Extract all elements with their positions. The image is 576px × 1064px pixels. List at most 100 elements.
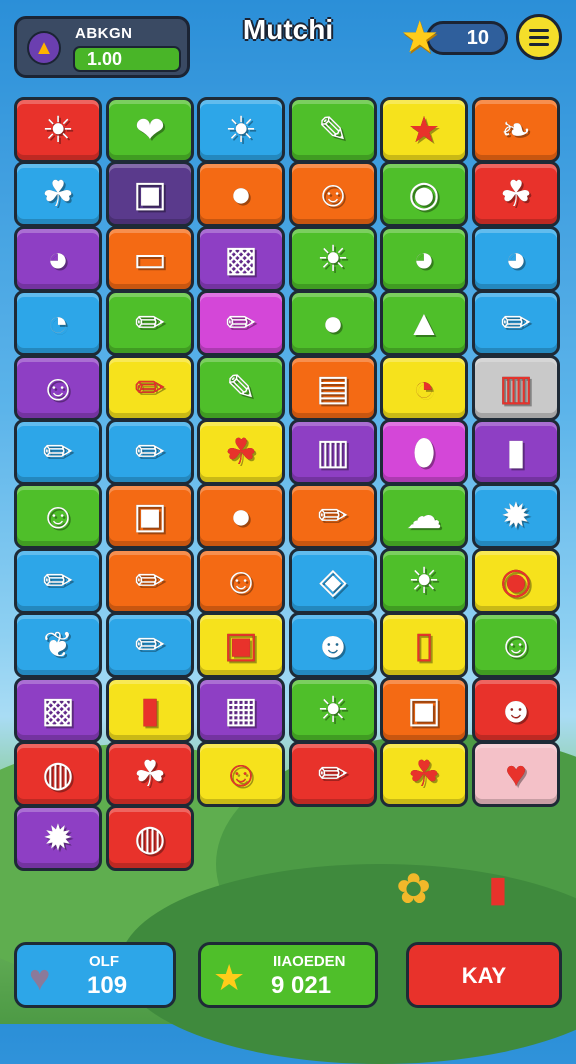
board-tile[interactable]: ▥ <box>289 419 377 485</box>
action-button[interactable]: KAY <box>406 942 562 1008</box>
board-tile[interactable]: ✹ <box>472 483 560 549</box>
board-tile[interactable]: ✏ <box>106 548 194 614</box>
board-tile[interactable]: ● <box>289 290 377 356</box>
blob-icon: ◍ <box>134 817 166 858</box>
board-tile[interactable]: ▲ <box>380 290 468 356</box>
board-tile[interactable]: ▤ <box>289 355 377 421</box>
pencil-icon: ✏ <box>42 560 74 601</box>
board-tile[interactable]: ◉ <box>380 161 468 227</box>
board-tile[interactable]: ★ <box>380 97 468 163</box>
board-tile[interactable]: ☺ <box>197 741 285 807</box>
score-panel[interactable]: ★ IIAOEDEN 9 021 <box>198 942 378 1008</box>
board-tile[interactable]: ▩ <box>197 226 285 292</box>
board-tile[interactable]: ◔ <box>14 290 102 356</box>
board-tile[interactable]: ☀ <box>289 677 377 743</box>
board-tile[interactable]: ☀ <box>197 97 285 163</box>
board-tile[interactable]: ☺ <box>472 612 560 678</box>
board-tile[interactable]: ✏ <box>14 419 102 485</box>
board-tile[interactable]: ◉ <box>472 548 560 614</box>
drop-icon: ▲ <box>406 302 442 343</box>
board-tile[interactable]: ☘ <box>14 161 102 227</box>
blob-icon: ◍ <box>42 753 74 794</box>
board-tile[interactable]: ▮ <box>472 419 560 485</box>
spark-icon: ✹ <box>42 817 74 858</box>
cat-face-icon: ◕ <box>47 238 69 279</box>
board-tile[interactable]: ▥ <box>472 355 560 421</box>
board-tile[interactable]: ✎ <box>289 97 377 163</box>
truck-icon: ▥ <box>498 367 533 408</box>
board-tile[interactable]: ✎ <box>197 355 285 421</box>
board-tile[interactable]: ☀ <box>380 548 468 614</box>
board-tile[interactable]: ☁ <box>380 483 468 549</box>
star-icon: ★ <box>407 109 441 150</box>
menu-line-icon <box>529 42 549 46</box>
board-tile[interactable]: ▯ <box>380 612 468 678</box>
moves-panel[interactable]: ♥ OLF 109 <box>14 942 176 1008</box>
board-tile[interactable]: ⬮ <box>380 419 468 485</box>
board-tile[interactable]: ❧ <box>472 97 560 163</box>
board-tile[interactable]: ◍ <box>14 741 102 807</box>
board-tile[interactable]: ◕ <box>472 226 560 292</box>
board-tile[interactable]: ☺ <box>197 548 285 614</box>
bear-face-icon: ◔ <box>47 302 69 343</box>
truck-icon: ▥ <box>315 431 350 472</box>
board-tile[interactable]: ☘ <box>380 741 468 807</box>
board-tile[interactable]: ❤ <box>106 97 194 163</box>
board-tile[interactable]: ✏ <box>472 290 560 356</box>
cat-face-icon: ◕ <box>505 238 527 279</box>
heart-icon: ♥ <box>505 753 527 794</box>
board-tile[interactable]: ▣ <box>197 612 285 678</box>
leaf-icon: ☘ <box>499 173 533 214</box>
board-tile[interactable]: ☘ <box>106 741 194 807</box>
board-tile[interactable]: ◍ <box>106 805 194 871</box>
board-tile[interactable]: ▦ <box>197 677 285 743</box>
board-tile[interactable]: ☺ <box>14 483 102 549</box>
board-tile[interactable]: ☻ <box>472 677 560 743</box>
board-tile[interactable]: ◕ <box>380 226 468 292</box>
battery-icon: ▮ <box>506 431 526 472</box>
board-tile[interactable]: ✏ <box>106 612 194 678</box>
board-tile[interactable]: ☀ <box>14 97 102 163</box>
board-tile[interactable]: ▣ <box>380 677 468 743</box>
smiley-icon: ☺ <box>314 173 352 214</box>
board-tile[interactable]: ✏ <box>14 548 102 614</box>
board-tile[interactable]: ◈ <box>289 548 377 614</box>
board-tile[interactable]: ☺ <box>14 355 102 421</box>
gamepad-icon: ▩ <box>40 689 75 730</box>
board-tile[interactable]: ◕ <box>14 226 102 292</box>
board-tile[interactable]: ✏ <box>197 290 285 356</box>
board-tile[interactable]: ✏ <box>289 483 377 549</box>
board-tile[interactable]: ▣ <box>106 161 194 227</box>
board-tile[interactable]: ✏ <box>106 290 194 356</box>
board-tile[interactable]: ▩ <box>14 677 102 743</box>
board-tile[interactable]: ● <box>197 483 285 549</box>
menu-button[interactable] <box>516 14 562 60</box>
pencil-icon: ✏ <box>225 302 257 343</box>
board-tile[interactable]: ☘ <box>197 419 285 485</box>
board-tile[interactable]: ▮ <box>106 677 194 743</box>
pen-icon: ✏ <box>42 431 74 472</box>
board-tile[interactable]: ✹ <box>14 805 102 871</box>
loose-leaf-icon[interactable]: ✿ <box>396 864 431 913</box>
smiley-icon: ☺ <box>39 367 77 408</box>
cloud-icon: ☁ <box>406 495 442 536</box>
board-tile[interactable]: ☘ <box>472 161 560 227</box>
board-tile[interactable]: ☀ <box>289 226 377 292</box>
board-tile[interactable]: ▭ <box>106 226 194 292</box>
board-tile[interactable]: ▣ <box>106 483 194 549</box>
board-tile[interactable]: ✏ <box>289 741 377 807</box>
board-tile[interactable]: ● <box>197 161 285 227</box>
board-tile[interactable]: ◔ <box>380 355 468 421</box>
board-tile[interactable]: ✏ <box>106 355 194 421</box>
board-tile[interactable]: ❦ <box>14 612 102 678</box>
menu-line-icon <box>529 35 549 39</box>
strawberry-icon: ❤ <box>134 109 166 150</box>
mask-icon: ◉ <box>408 173 440 214</box>
box-icon: ▣ <box>132 173 167 214</box>
loose-gift-icon[interactable]: ▮ <box>488 868 508 910</box>
board-tile[interactable]: ✏ <box>106 419 194 485</box>
board-tile[interactable]: ☺ <box>289 161 377 227</box>
robot-icon: ▣ <box>406 689 441 730</box>
board-tile[interactable]: ♥ <box>472 741 560 807</box>
board-tile[interactable]: ☻ <box>289 612 377 678</box>
